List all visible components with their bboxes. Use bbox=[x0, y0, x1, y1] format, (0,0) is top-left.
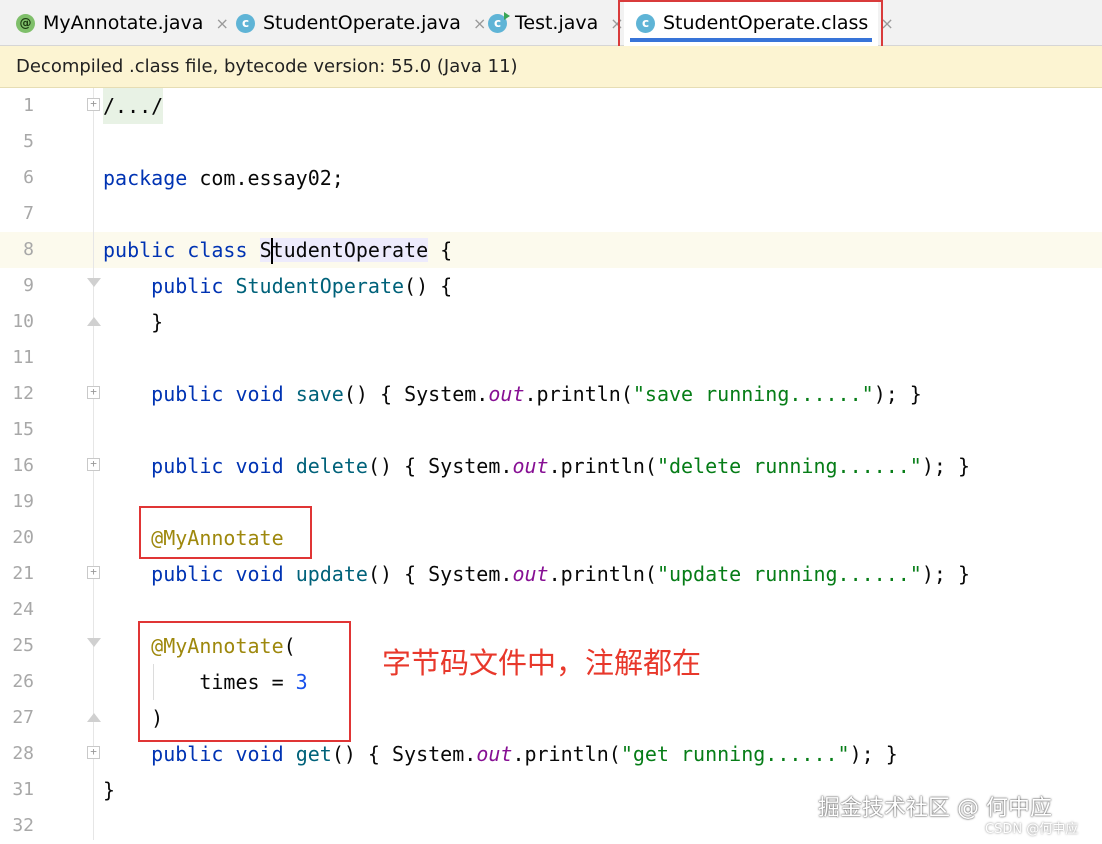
indent-guide bbox=[153, 664, 154, 700]
fold-expand-icon[interactable]: + bbox=[87, 566, 100, 579]
line-number: 9 bbox=[23, 275, 34, 296]
fold-collapse-icon[interactable] bbox=[87, 278, 101, 292]
fold-end-icon[interactable] bbox=[87, 314, 101, 328]
code-text: public void save() { System.out.println(… bbox=[151, 382, 922, 406]
tab-studentoperate-class[interactable]: c StudentOperate.class × bbox=[624, 0, 894, 46]
code-line: 1 + /.../ bbox=[0, 88, 1102, 124]
code-line: 6 package com.essay02; bbox=[0, 160, 1102, 196]
tab-myannotate-java[interactable]: @ MyAnnotate.java × bbox=[8, 0, 229, 46]
line-number: 21 bbox=[12, 563, 34, 584]
line-number: 19 bbox=[12, 491, 34, 512]
line-number: 25 bbox=[12, 635, 34, 656]
code-line: 5 bbox=[0, 124, 1102, 160]
editor-tab-bar: @ MyAnnotate.java × c StudentOperate.jav… bbox=[0, 0, 1102, 46]
code-line: 28 + public void get() { System.out.prin… bbox=[0, 736, 1102, 772]
code-line: 24 bbox=[0, 592, 1102, 628]
fold-expand-icon[interactable]: + bbox=[87, 458, 100, 471]
close-icon[interactable]: × bbox=[880, 14, 893, 33]
line-number: 11 bbox=[12, 347, 34, 368]
tab-test-java[interactable]: c Test.java × bbox=[480, 0, 624, 46]
code-text: @MyAnnotate( bbox=[151, 634, 296, 658]
tab-label: StudentOperate.class bbox=[663, 12, 869, 34]
tab-label: StudentOperate.java bbox=[263, 12, 461, 34]
decompiled-banner: Decompiled .class file, bytecode version… bbox=[0, 46, 1102, 88]
tab-label: MyAnnotate.java bbox=[43, 12, 204, 34]
annotation-icon: @ bbox=[16, 13, 35, 33]
code-editor[interactable]: 1 + /.../ 5 6 package com.essay02; 7 8 p… bbox=[0, 88, 1102, 840]
line-number: 12 bbox=[12, 383, 34, 404]
line-number: 10 bbox=[12, 311, 34, 332]
code-line: 21 + public void update() { System.out.p… bbox=[0, 556, 1102, 592]
code-text: @MyAnnotate bbox=[151, 526, 284, 550]
code-text: ) bbox=[103, 706, 164, 730]
code-line: 12 + public void save() { System.out.pri… bbox=[0, 376, 1102, 412]
close-icon[interactable]: × bbox=[215, 14, 228, 33]
class-icon: c bbox=[236, 13, 255, 33]
code-line: 7 bbox=[0, 196, 1102, 232]
line-number: 24 bbox=[12, 599, 34, 620]
close-icon[interactable]: × bbox=[610, 14, 623, 33]
line-number: 27 bbox=[12, 707, 34, 728]
fold-expand-icon[interactable]: + bbox=[87, 746, 100, 759]
code-text: public class StudentOperate { bbox=[103, 238, 453, 262]
fold-end-icon[interactable] bbox=[87, 710, 101, 724]
line-number: 8 bbox=[23, 239, 34, 260]
class-icon: c bbox=[636, 13, 655, 33]
code-line: 10 } bbox=[0, 304, 1102, 340]
code-text: public void update() { System.out.printl… bbox=[151, 562, 971, 586]
line-number: 20 bbox=[12, 527, 34, 548]
line-number: 6 bbox=[23, 167, 34, 188]
fold-expand-icon[interactable]: + bbox=[87, 386, 100, 399]
code-text: } bbox=[103, 778, 116, 802]
line-number: 32 bbox=[12, 815, 34, 836]
code-text: } bbox=[103, 310, 164, 334]
code-line: 19 bbox=[0, 484, 1102, 520]
tab-label: Test.java bbox=[515, 12, 599, 34]
fold-expand-icon[interactable]: + bbox=[87, 98, 100, 111]
code-line: 8 public class StudentOperate { bbox=[0, 232, 1102, 268]
line-number: 28 bbox=[12, 743, 34, 764]
runnable-class-icon: c bbox=[488, 11, 510, 33]
code-text: package com.essay02; bbox=[103, 166, 344, 190]
active-tab-indicator bbox=[630, 38, 872, 42]
line-number: 5 bbox=[23, 131, 34, 152]
code-text: times = 3 bbox=[103, 670, 308, 694]
line-number: 26 bbox=[12, 671, 34, 692]
code-text: public void get() { System.out.println("… bbox=[151, 742, 898, 766]
annotation-note: 字节码文件中，注解都在 bbox=[382, 646, 702, 680]
watermark-small: CSDN @何中应 bbox=[985, 822, 1079, 837]
fold-collapse-icon[interactable] bbox=[87, 638, 101, 652]
code-line: 27 ) bbox=[0, 700, 1102, 736]
line-number: 31 bbox=[12, 779, 34, 800]
code-line: 20 @MyAnnotate bbox=[0, 520, 1102, 556]
line-number: 7 bbox=[23, 203, 34, 224]
text-caret bbox=[271, 238, 273, 264]
code-line: 16 + public void delete() { System.out.p… bbox=[0, 448, 1102, 484]
code-line: 11 bbox=[0, 340, 1102, 376]
tab-studentoperate-java[interactable]: c StudentOperate.java × bbox=[228, 0, 486, 46]
code-text: public StudentOperate() { bbox=[151, 274, 453, 298]
line-number: 1 bbox=[23, 95, 34, 116]
code-line: 15 bbox=[0, 412, 1102, 448]
code-line: 9 public StudentOperate() { bbox=[0, 268, 1102, 304]
code-text: /.../ bbox=[103, 88, 164, 124]
line-number: 16 bbox=[12, 455, 34, 476]
line-number: 15 bbox=[12, 419, 34, 440]
code-text: public void delete() { System.out.printl… bbox=[151, 454, 971, 478]
